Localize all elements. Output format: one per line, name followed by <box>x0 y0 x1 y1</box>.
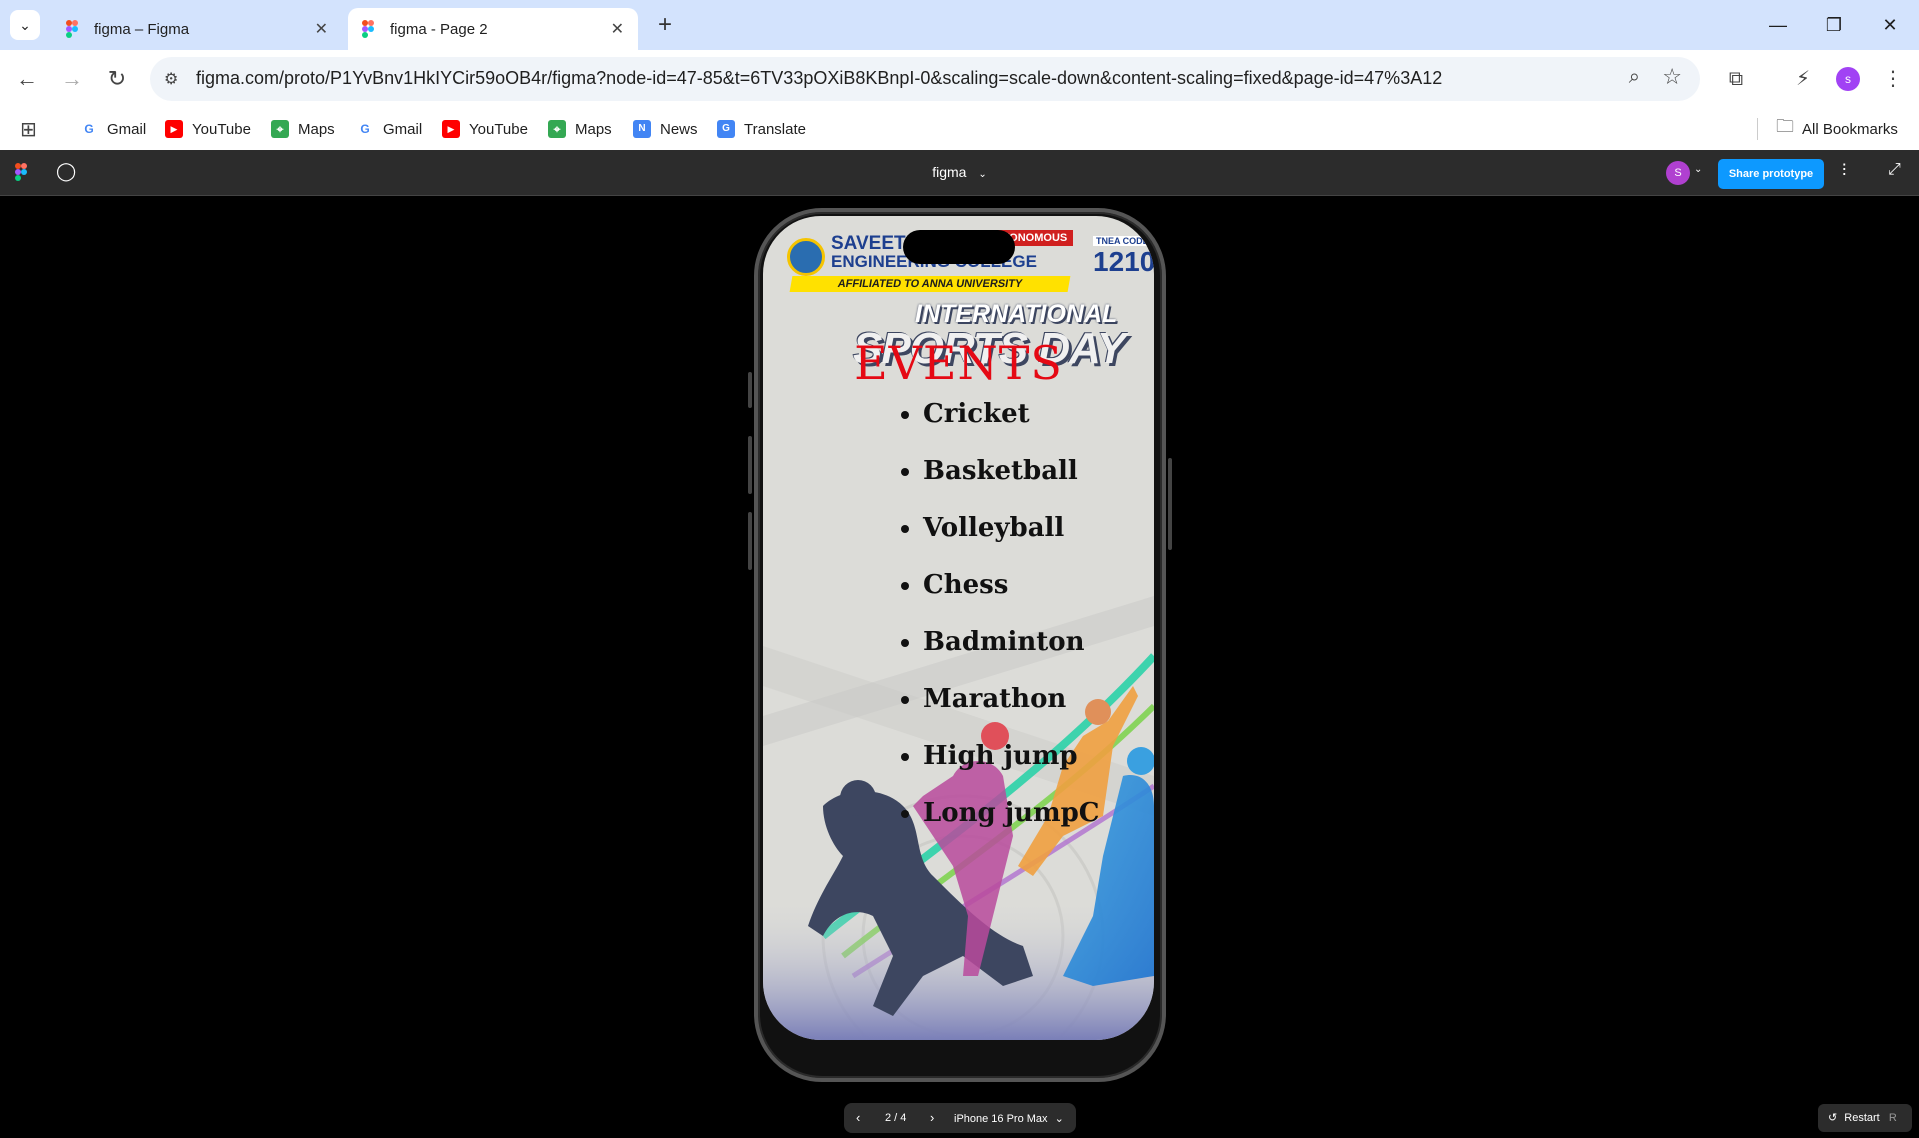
list-item: Marathon <box>923 684 1099 741</box>
list-item: High jump <box>923 741 1099 798</box>
tnea-label: TNEA CODE <box>1093 236 1152 246</box>
url-text[interactable]: figma.com/proto/P1YvBnv1HkIYCir59oOB4r/f… <box>196 68 1442 89</box>
list-item: Long jumpC <box>923 798 1099 855</box>
folder-icon: 🗀 <box>1776 116 1794 136</box>
prototype-screen[interactable]: SAVEETHA ENGINEERING COLLEGE AUTONOMOUS … <box>763 216 1154 1040</box>
bookmark-maps[interactable]: ⌖ Maps <box>271 118 335 140</box>
bookmark-translate[interactable]: G Translate <box>717 118 806 140</box>
browser-chrome: ⌄ figma – Figma ✕ figma - Page 2 ✕ + — ❐… <box>0 0 1919 150</box>
phone-volume-up <box>748 436 752 494</box>
file-title[interactable]: figma ⌄ <box>0 164 1919 180</box>
tab-figma-page-2[interactable]: figma - Page 2 ✕ <box>348 8 638 50</box>
bookmark-news[interactable]: N News <box>633 118 698 140</box>
figma-icon <box>362 20 376 38</box>
tnea-code: 1210 <box>1093 246 1154 277</box>
bookmark-youtube-2[interactable]: ▶ YouTube <box>442 118 528 140</box>
menu-dots-icon[interactable]: ⋮ <box>1878 64 1908 94</box>
chevron-down-icon: ⌄ <box>978 169 987 180</box>
maps-icon: ⌖ <box>271 120 289 138</box>
events-list: Cricket Basketball Volleyball Chess Badm… <box>923 399 1099 855</box>
bookmark-maps-2[interactable]: ⌖ Maps <box>548 118 612 140</box>
site-info-icon[interactable]: ⚙ <box>164 69 184 89</box>
zoom-icon[interactable]: ⌕ <box>1629 66 1640 89</box>
tab-search-button[interactable]: ⌄ <box>10 10 40 40</box>
prev-frame-icon[interactable]: ‹ <box>856 1110 860 1125</box>
bookmarks-divider <box>1757 118 1758 140</box>
all-bookmarks-button[interactable]: 🗀 All Bookmarks <box>1776 116 1898 140</box>
tab-label: figma – Figma <box>94 20 190 38</box>
apps-icon[interactable]: ⊞ <box>20 118 37 141</box>
next-frame-icon[interactable]: › <box>930 1110 934 1125</box>
settings-sliders-icon[interactable]: ⫶ <box>1842 161 1846 181</box>
list-item: Volleyball <box>923 513 1099 570</box>
google-icon: G <box>84 122 94 136</box>
device-select[interactable]: iPhone 16 Pro Max ⌄ <box>954 1112 1064 1125</box>
minimize-icon[interactable]: — <box>1758 10 1798 40</box>
youtube-icon: ▶ <box>165 120 183 138</box>
profile-avatar[interactable]: s <box>1836 67 1860 91</box>
list-item: Cricket <box>923 399 1099 456</box>
chevron-down-icon: ⌄ <box>19 16 31 33</box>
bookmark-youtube[interactable]: ▶ YouTube <box>165 118 251 140</box>
restart-icon: ↺ <box>1828 1112 1838 1124</box>
tab-figma-figma[interactable]: figma – Figma ✕ <box>52 8 342 50</box>
restore-icon[interactable]: ❐ <box>1814 10 1854 40</box>
new-tab-button[interactable]: + <box>650 10 680 40</box>
list-item: Chess <box>923 570 1099 627</box>
phone-power-button <box>1168 458 1172 550</box>
youtube-icon: ▶ <box>442 120 460 138</box>
list-item: Badminton <box>923 627 1099 684</box>
share-prototype-button[interactable]: Share prototype <box>1718 159 1824 189</box>
user-avatar[interactable]: S <box>1666 161 1690 185</box>
bookmark-star-icon[interactable]: ☆ <box>1662 64 1682 90</box>
chevron-down-icon: ⌄ <box>1054 1113 1064 1125</box>
close-icon[interactable]: ✕ <box>315 19 328 39</box>
figma-prototype-toolbar: ◯ figma ⌄ S ⌄ Share prototype ⫶ ⤢ <box>0 150 1919 196</box>
tab-label: figma - Page 2 <box>390 20 488 38</box>
reload-icon[interactable]: ↻ <box>102 64 132 94</box>
translate-icon: G <box>717 120 735 138</box>
page-indicator: 2 / 4 <box>885 1112 907 1124</box>
bookmark-gmail[interactable]: G Gmail <box>80 118 146 140</box>
restart-button[interactable]: ↺ Restart R <box>1818 1104 1912 1132</box>
chevron-down-icon[interactable]: ⌄ <box>1694 164 1702 175</box>
affiliation-banner: AFFILIATED TO ANNA UNIVERSITY <box>789 276 1071 292</box>
fullscreen-icon[interactable]: ⤢ <box>1888 161 1901 179</box>
college-logo-icon <box>787 238 825 276</box>
maps-icon: ⌖ <box>548 120 566 138</box>
google-icon: G <box>360 122 370 136</box>
events-title: EVENTS <box>854 336 1063 390</box>
close-window-icon[interactable]: ✕ <box>1870 10 1910 40</box>
close-icon[interactable]: ✕ <box>611 19 624 39</box>
back-icon[interactable]: ← <box>12 64 42 94</box>
omnibox[interactable]: ⚙ figma.com/proto/P1YvBnv1HkIYCir59oOB4r… <box>150 57 1700 101</box>
forward-icon[interactable]: → <box>57 64 87 94</box>
phone-action-button <box>748 372 752 408</box>
bookmarks-bar: ⊞ G Gmail ▶ YouTube ⌖ Maps G Gmail ▶ You… <box>0 108 1919 150</box>
bookmark-gmail-2[interactable]: G Gmail <box>356 118 422 140</box>
prototype-nav-bar: ‹ 2 / 4 › iPhone 16 Pro Max ⌄ <box>844 1103 1076 1133</box>
performance-icon[interactable]: ⚡ <box>1788 64 1818 94</box>
address-bar-row: ← → ↻ ⚙ figma.com/proto/P1YvBnv1HkIYCir5… <box>0 50 1919 108</box>
news-icon: N <box>633 120 651 138</box>
list-item: Basketball <box>923 456 1099 513</box>
dynamic-island <box>903 230 1015 264</box>
figma-icon <box>66 20 80 38</box>
tab-strip: ⌄ figma – Figma ✕ figma - Page 2 ✕ + — ❐… <box>0 0 1919 50</box>
extensions-icon[interactable]: ⧉ <box>1721 64 1751 94</box>
phone-volume-down <box>748 512 752 570</box>
